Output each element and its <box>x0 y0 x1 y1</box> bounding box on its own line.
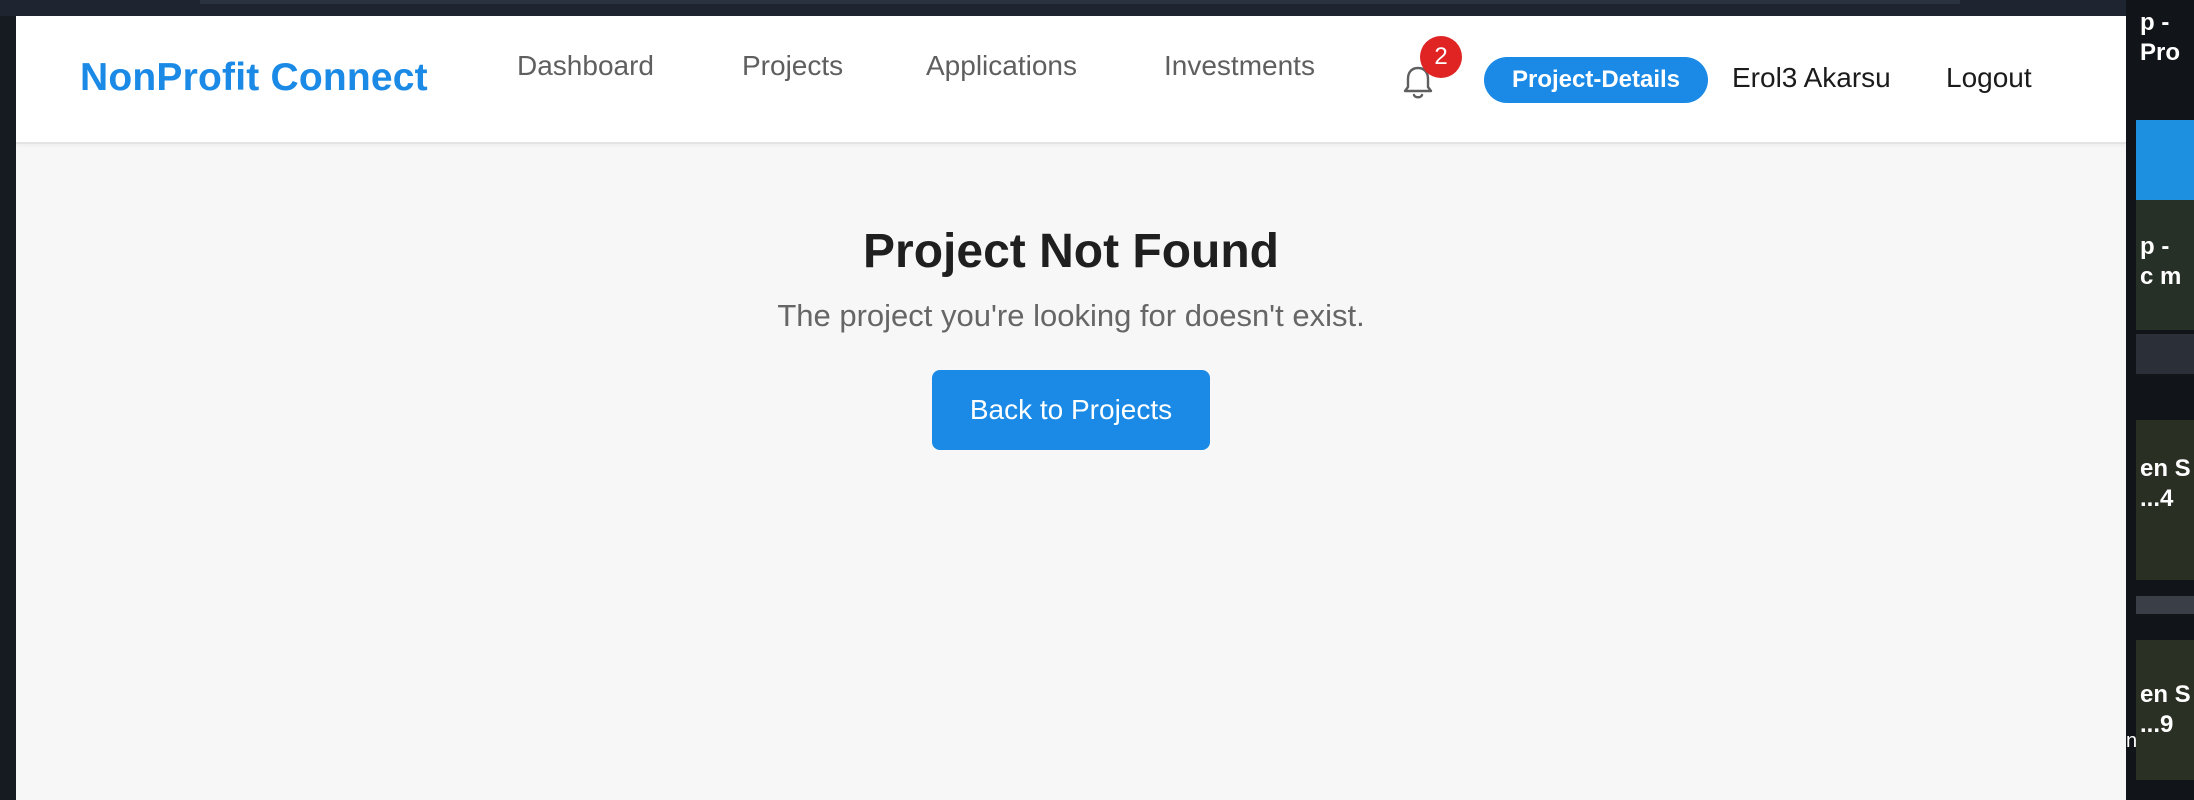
window-left-edge <box>0 16 16 800</box>
current-page-pill[interactable]: Project-Details <box>1484 57 1708 103</box>
background-window-text: c m <box>2140 263 2182 290</box>
background-window-text: p - <box>2140 9 2170 36</box>
app-window: NonProfit Connect Dashboard Projects App… <box>16 16 2126 800</box>
background-window-thumbnail <box>2136 596 2194 614</box>
background-window-text: ...9 <box>2140 711 2174 738</box>
background-window-text: n <box>2126 730 2138 752</box>
window-top-bar <box>0 0 2126 16</box>
nav-link-projects[interactable]: Projects <box>742 50 843 82</box>
background-window-edge: p - Pro p - c m en S ...4 en S ...9 n <box>2126 0 2194 800</box>
background-window-text: en S <box>2140 455 2191 482</box>
background-window-text: ...4 <box>2140 485 2174 512</box>
main-content: Project Not Found The project you're loo… <box>16 146 2126 800</box>
background-window-text: en S <box>2140 681 2191 708</box>
notification-count-badge: 2 <box>1420 36 1462 78</box>
page-title: Project Not Found <box>863 225 1279 278</box>
background-window-text: Pro <box>2140 39 2181 66</box>
logout-link[interactable]: Logout <box>1946 62 2032 94</box>
window-top-strip <box>200 0 1960 4</box>
not-found-message: The project you're looking for doesn't e… <box>777 298 1365 333</box>
nav-link-dashboard[interactable]: Dashboard <box>517 50 654 82</box>
user-name-link[interactable]: Erol3 Akarsu <box>1732 62 1891 94</box>
brand-logo[interactable]: NonProfit Connect <box>80 56 428 100</box>
back-to-projects-button[interactable]: Back to Projects <box>932 370 1210 450</box>
top-navbar: NonProfit Connect Dashboard Projects App… <box>16 16 2126 144</box>
background-window-blue-block <box>2136 120 2194 200</box>
nav-link-investments[interactable]: Investments <box>1164 50 1315 82</box>
nav-link-applications[interactable]: Applications <box>926 50 1077 82</box>
background-window-text: p - <box>2140 233 2170 260</box>
background-window-thumbnail <box>2136 334 2194 374</box>
